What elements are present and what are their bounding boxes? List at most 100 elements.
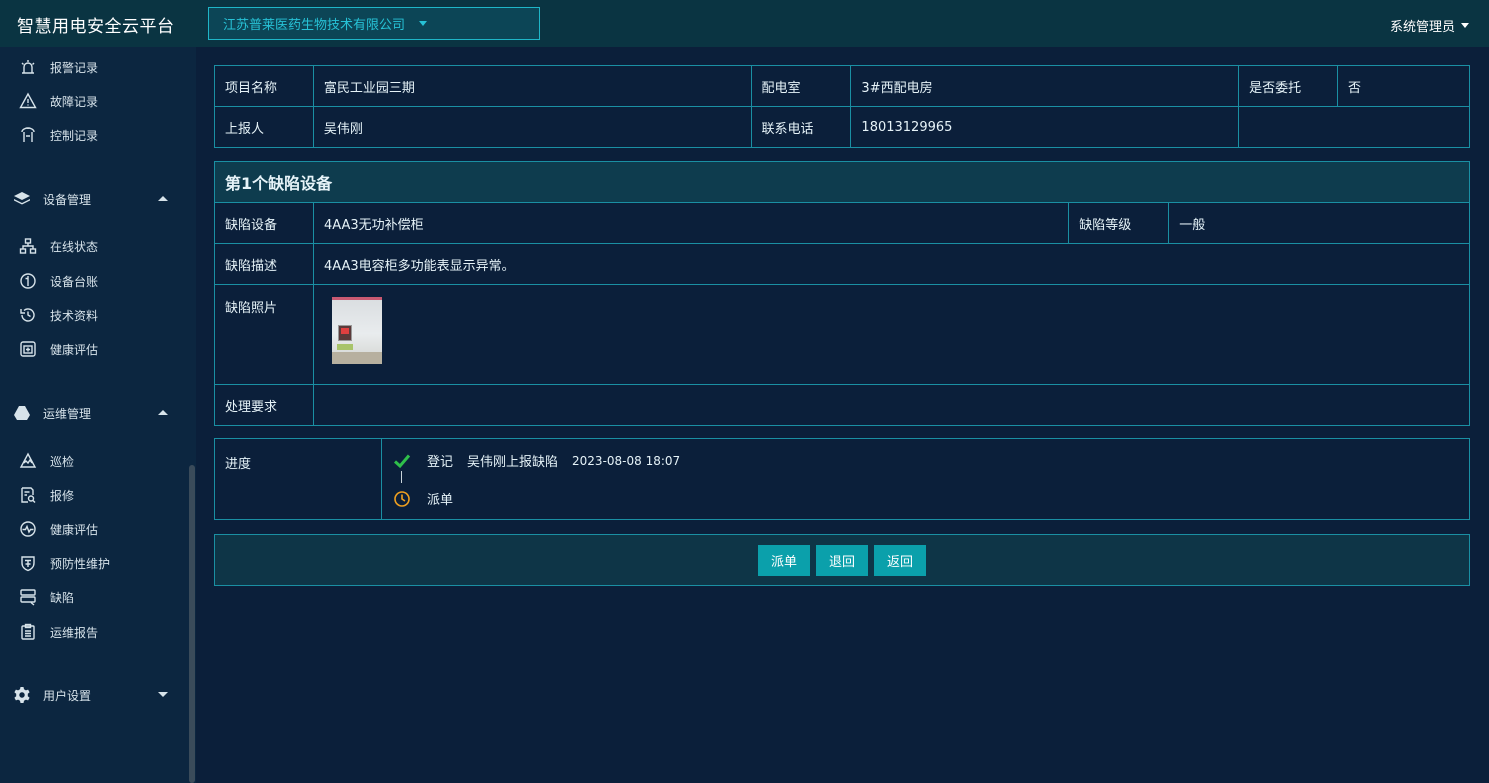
- user-name: 系统管理员: [1389, 20, 1455, 35]
- table-row: 处理要求: [214, 384, 1471, 426]
- defect-table: 第1个缺陷设备 缺陷设备 4AA3无功补偿柜 缺陷等级 一般 缺陷描述 4AA3…: [214, 161, 1471, 426]
- sidebar: 报警记录 故障记录 控制记录 设备管理 在线状态 设备台账 技术资料 健康评估 …: [0, 47, 196, 783]
- step-detail: 吴伟刚上报缺陷: [467, 455, 559, 470]
- repair-icon: [18, 485, 38, 505]
- requirement-label: 处理要求: [214, 384, 314, 426]
- sidebar-item-label: 缺陷: [50, 590, 75, 605]
- chevron-down-icon: [158, 692, 168, 697]
- sidebar-item-preventive-maintenance[interactable]: 预防性维护: [18, 552, 110, 574]
- distribution-room-value: 3#西配电房: [850, 65, 1240, 107]
- requirement-value: [312, 384, 1471, 426]
- health-icon: [18, 339, 38, 359]
- sidebar-item-tech-docs[interactable]: 技术资料: [18, 304, 98, 326]
- sidebar-item-label: 报修: [50, 488, 75, 503]
- sidebar-group-label: 用户设置: [43, 688, 92, 703]
- sidebar-item-defects[interactable]: 缺陷: [18, 586, 74, 608]
- table-row: 上报人 吴伟刚 联系电话 18013129965: [214, 106, 1470, 148]
- empty-cell: [1238, 106, 1470, 148]
- defect-desc-label: 缺陷描述: [214, 243, 314, 285]
- sidebar-item-fault-records[interactable]: 故障记录: [18, 90, 98, 112]
- divider: [381, 439, 382, 519]
- main-content: 项目名称 富民工业园三期 配电室 3#西配电房 是否委托 否 上报人 吴伟刚 联…: [196, 47, 1489, 783]
- sidebar-item-patrol[interactable]: 巡检: [18, 450, 74, 472]
- defect-desc-value: 4AA3电容柜多功能表显示异常。: [312, 243, 1471, 285]
- sidebar-item-label: 健康评估: [50, 342, 99, 357]
- clock-icon: [394, 490, 410, 507]
- action-bar: 派单 退回 返回: [214, 534, 1470, 586]
- sidebar-item-label: 故障记录: [50, 94, 99, 109]
- drive-icon: [12, 403, 32, 423]
- sidebar-item-device-ledger[interactable]: 设备台账: [18, 270, 98, 292]
- table-row: 缺陷描述 4AA3电容柜多功能表显示异常。: [214, 243, 1471, 285]
- defect-icon: [18, 587, 38, 607]
- reporter-label: 上报人: [214, 106, 314, 148]
- defect-photo-cell: [312, 284, 1471, 385]
- sidebar-item-label: 在线状态: [50, 239, 99, 254]
- step-connector: [401, 471, 402, 483]
- check-icon: [393, 454, 411, 468]
- shield-icon: [18, 553, 38, 573]
- chevron-up-icon: [158, 410, 168, 415]
- project-name-label: 项目名称: [214, 65, 314, 107]
- sidebar-group-label: 运维管理: [43, 406, 92, 421]
- report-icon: [18, 622, 38, 642]
- reporter-value: 吴伟刚: [312, 106, 752, 148]
- chevron-down-icon: [419, 21, 428, 26]
- sidebar-item-repair[interactable]: 报修: [18, 484, 74, 506]
- table-row: 第1个缺陷设备: [214, 161, 1470, 203]
- sidebar-item-control-records[interactable]: 控制记录: [18, 124, 98, 146]
- app-title: 智慧用电安全云平台: [17, 17, 175, 37]
- distribution-room-label: 配电室: [750, 65, 852, 107]
- sidebar-group-label: 设备管理: [43, 192, 92, 207]
- sidebar-item-label: 设备台账: [50, 274, 99, 289]
- project-name-value: 富民工业园三期: [312, 65, 752, 107]
- back-button[interactable]: 返回: [874, 544, 927, 576]
- table-row: 项目名称 富民工业园三期 配电室 3#西配电房 是否委托 否: [214, 65, 1470, 107]
- progress-label: 进度: [225, 457, 252, 472]
- defect-photo-label: 缺陷照片: [214, 284, 314, 385]
- dispatch-button[interactable]: 派单: [757, 544, 810, 576]
- chevron-down-icon: [1461, 23, 1469, 28]
- defect-photo-thumbnail[interactable]: [331, 297, 382, 364]
- sidebar-item-alarm-records[interactable]: 报警记录: [18, 56, 98, 78]
- ledger-icon: [18, 271, 38, 291]
- sidebar-item-label: 健康评估: [50, 522, 99, 537]
- sidebar-group-ops-management[interactable]: 运维管理: [12, 402, 172, 424]
- network-icon: [18, 236, 38, 256]
- sidebar-item-health-eval[interactable]: 健康评估: [18, 518, 98, 540]
- sidebar-item-label: 技术资料: [50, 308, 99, 323]
- phone-label: 联系电话: [750, 106, 852, 148]
- gear-icon: [12, 685, 32, 705]
- chevron-up-icon: [158, 196, 168, 201]
- defect-device-label: 缺陷设备: [214, 202, 314, 244]
- patrol-icon: [18, 451, 38, 471]
- sidebar-scrollbar[interactable]: [189, 465, 195, 783]
- sidebar-item-label: 控制记录: [50, 128, 99, 143]
- progress-step-register: 登记 吴伟刚上报缺陷 2023-08-08 18:07: [393, 451, 680, 470]
- company-select[interactable]: 江苏普莱医药生物技术有限公司: [208, 7, 540, 40]
- sidebar-item-label: 巡检: [50, 454, 75, 469]
- progress-panel: 进度 登记 吴伟刚上报缺陷 2023-08-08 18:07 派单: [214, 438, 1470, 520]
- step-time: 2023-08-08 18:07: [572, 453, 681, 468]
- sidebar-group-device-management[interactable]: 设备管理: [12, 188, 172, 210]
- sidebar-item-online-status[interactable]: 在线状态: [18, 235, 98, 257]
- defect-level-value: 一般: [1168, 202, 1470, 244]
- phone-value: 18013129965: [850, 106, 1240, 148]
- table-row: 缺陷设备 4AA3无功补偿柜 缺陷等级 一般: [214, 202, 1470, 244]
- user-menu[interactable]: 系统管理员: [1390, 16, 1469, 35]
- sidebar-item-label: 报警记录: [50, 60, 99, 75]
- defect-level-label: 缺陷等级: [1068, 202, 1170, 244]
- reject-button[interactable]: 退回: [815, 544, 868, 576]
- sidebar-item-label: 预防性维护: [50, 556, 111, 571]
- table-row: 缺陷照片: [214, 284, 1471, 385]
- layers-icon: [12, 189, 32, 209]
- sidebar-group-user-settings[interactable]: 用户设置: [12, 684, 172, 706]
- history-icon: [18, 305, 38, 325]
- sidebar-item-health-assessment[interactable]: 健康评估: [18, 338, 98, 360]
- progress-step-dispatch: 派单: [393, 489, 453, 508]
- pulse-icon: [18, 519, 38, 539]
- sidebar-item-ops-report[interactable]: 运维报告: [18, 621, 98, 643]
- step-name: 登记: [427, 455, 454, 470]
- project-info-table: 项目名称 富民工业园三期 配电室 3#西配电房 是否委托 否 上报人 吴伟刚 联…: [214, 65, 1470, 148]
- alarm-icon: [18, 57, 38, 77]
